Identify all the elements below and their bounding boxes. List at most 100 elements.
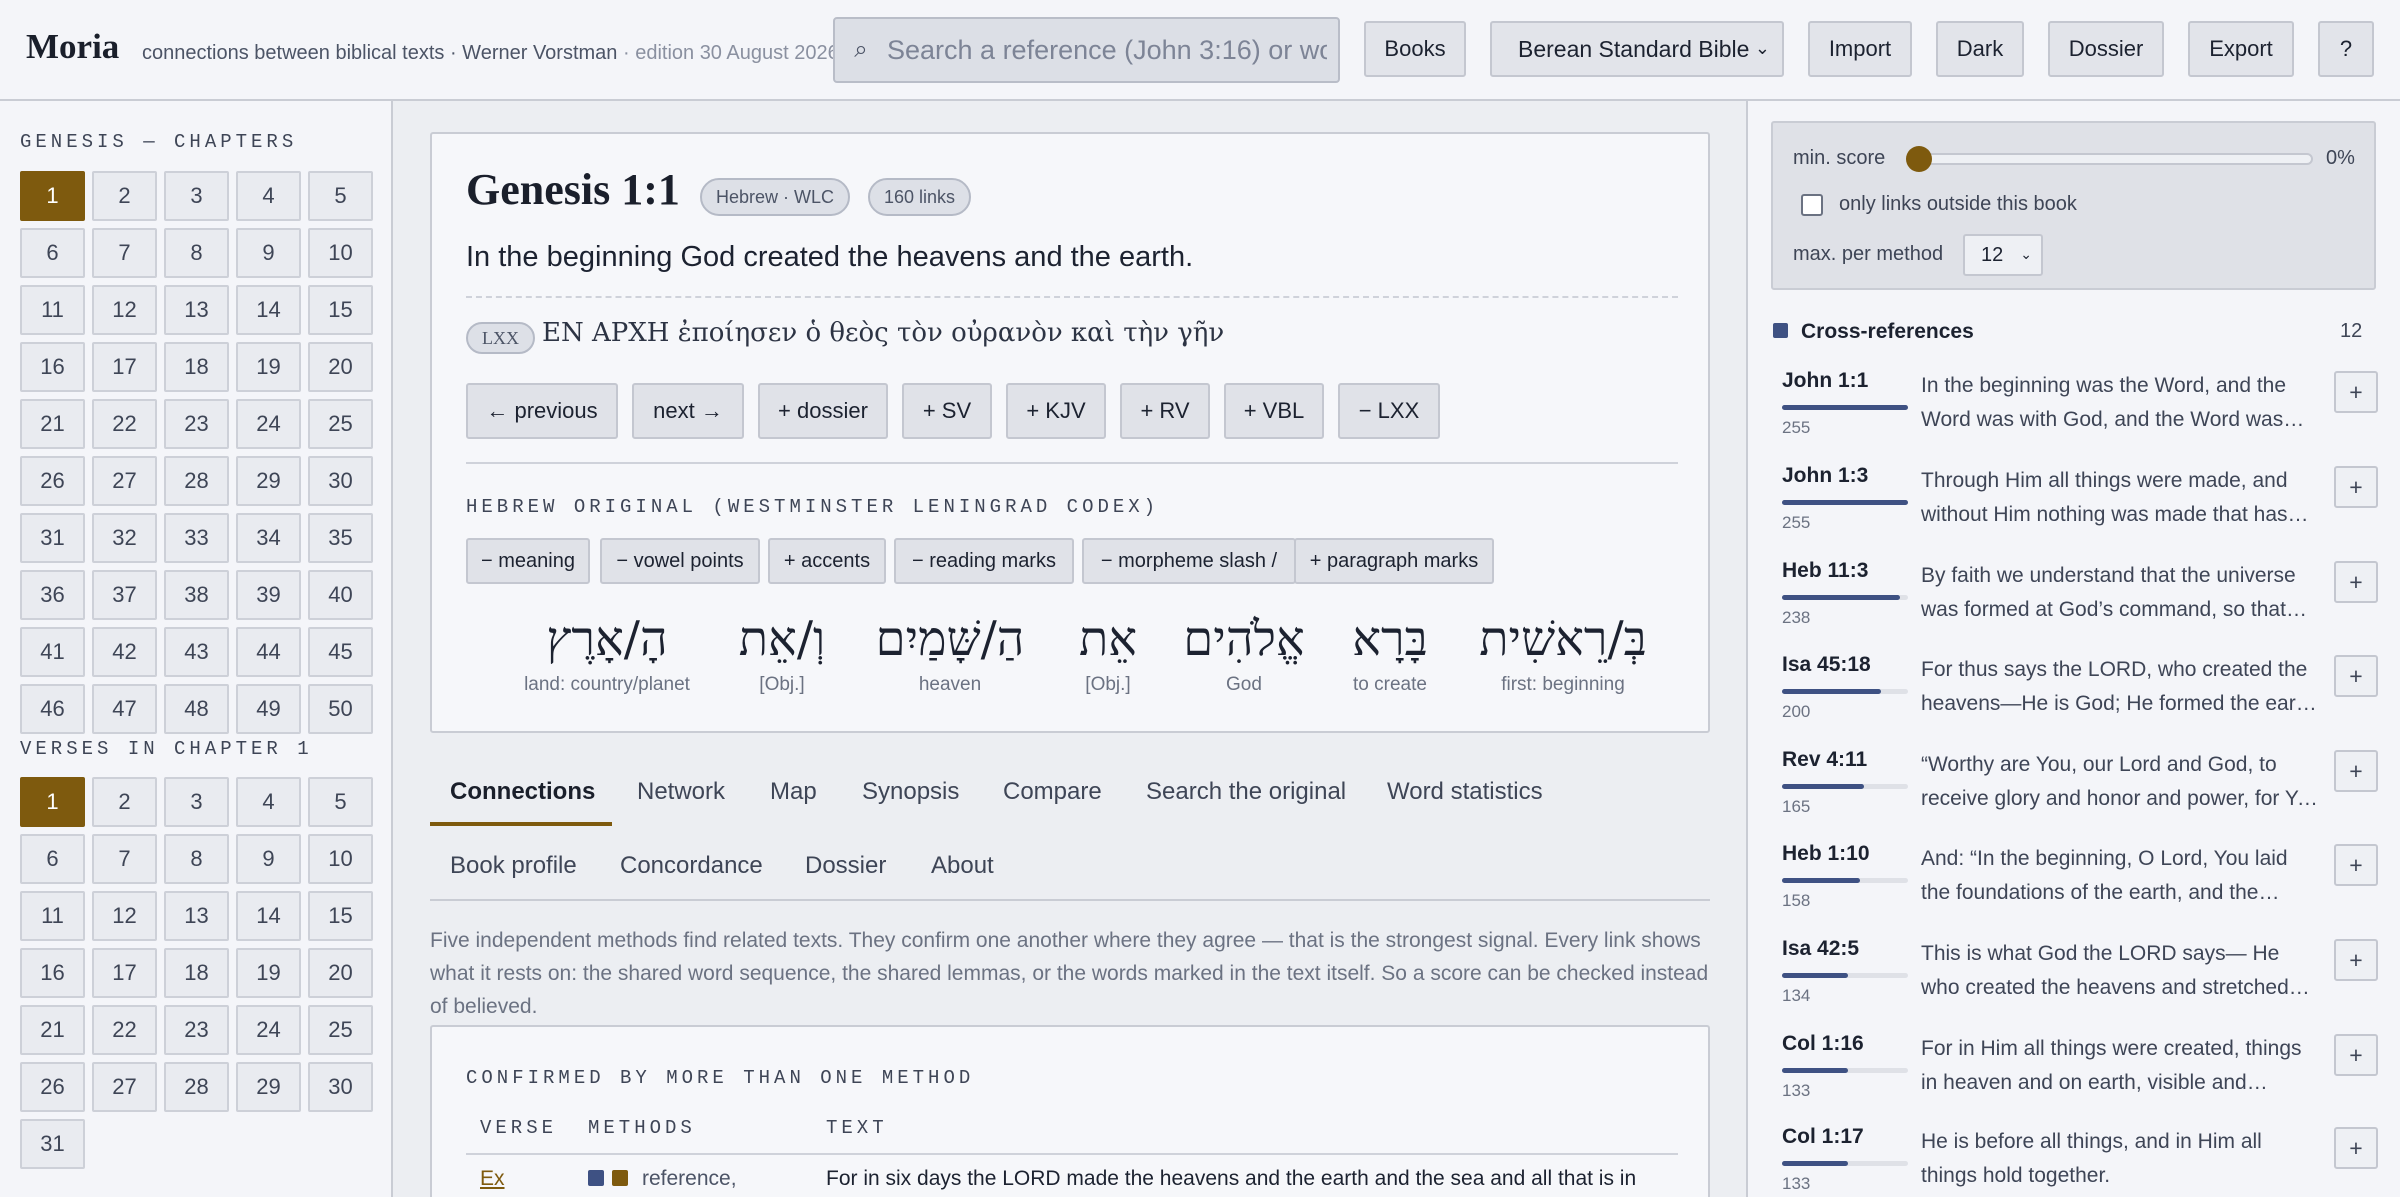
- chapter-4[interactable]: 4: [236, 171, 301, 221]
- verse-28[interactable]: 28: [164, 1062, 229, 1112]
- chapter-31[interactable]: 31: [20, 513, 85, 563]
- tab-concordance[interactable]: Concordance: [620, 852, 763, 880]
- chapter-47[interactable]: 47: [92, 684, 157, 734]
- add-cross-reference-button[interactable]: +: [2334, 750, 2378, 792]
- cross-reference-item[interactable]: Rev 4:11 165 “Worthy are You, our Lord and…: [1782, 748, 2382, 840]
- cross-reference-ref[interactable]: John 1:3: [1782, 464, 1868, 488]
- tab-connections[interactable]: Connections: [450, 778, 595, 806]
- tab-word-statistics[interactable]: Word statistics: [1387, 778, 1543, 806]
- chapter-12[interactable]: 12: [92, 285, 157, 335]
- chapter-46[interactable]: 46: [20, 684, 85, 734]
- verse-3[interactable]: 3: [164, 777, 229, 827]
- add-cross-reference-button[interactable]: +: [2334, 561, 2378, 603]
- hebrew-word[interactable]: וְ/אֵת [Obj.]: [722, 604, 842, 696]
- verse-10[interactable]: 10: [308, 834, 373, 884]
- dossier-button[interactable]: Dossier: [2048, 21, 2164, 77]
- chapter-38[interactable]: 38: [164, 570, 229, 620]
- help-button[interactable]: ?: [2318, 21, 2374, 77]
- toggle-kjv-button[interactable]: + KJV: [1006, 383, 1106, 439]
- verse-4[interactable]: 4: [236, 777, 301, 827]
- chapter-20[interactable]: 20: [308, 342, 373, 392]
- add-cross-reference-button[interactable]: +: [2334, 371, 2378, 413]
- verse-26[interactable]: 26: [20, 1062, 85, 1112]
- chapter-34[interactable]: 34: [236, 513, 301, 563]
- chapter-2[interactable]: 2: [92, 171, 157, 221]
- verse-21[interactable]: 21: [20, 1005, 85, 1055]
- previous-button[interactable]: ← previous: [466, 383, 618, 439]
- cross-reference-ref[interactable]: Col 1:17: [1782, 1125, 1864, 1149]
- search-input[interactable]: [887, 34, 1327, 66]
- cross-reference-item[interactable]: Heb 11:3 238 By faith we understand that t…: [1782, 559, 2382, 651]
- tab-book-profile[interactable]: Book profile: [450, 852, 577, 880]
- cross-reference-ref[interactable]: John 1:1: [1782, 369, 1868, 393]
- verse-30[interactable]: 30: [308, 1062, 373, 1112]
- toggle-vbl-button[interactable]: + VBL: [1224, 383, 1324, 439]
- chapter-30[interactable]: 30: [308, 456, 373, 506]
- tab-search-original[interactable]: Search the original: [1146, 778, 1346, 806]
- verse-19[interactable]: 19: [236, 948, 301, 998]
- chapter-3[interactable]: 3: [164, 171, 229, 221]
- verse-31[interactable]: 31: [20, 1119, 85, 1169]
- verse-9[interactable]: 9: [236, 834, 301, 884]
- chapter-11[interactable]: 11: [20, 285, 85, 335]
- chapter-40[interactable]: 40: [308, 570, 373, 620]
- cross-reference-item[interactable]: Isa 42:5 134 This is what God the LORD say…: [1782, 937, 2382, 1029]
- chapter-6[interactable]: 6: [20, 228, 85, 278]
- verse-27[interactable]: 27: [92, 1062, 157, 1112]
- verse-1[interactable]: 1: [20, 777, 85, 827]
- chapter-18[interactable]: 18: [164, 342, 229, 392]
- cross-reference-ref[interactable]: Col 1:16: [1782, 1032, 1864, 1056]
- add-cross-reference-button[interactable]: +: [2334, 939, 2378, 981]
- tab-dossier[interactable]: Dossier: [805, 852, 886, 880]
- chapter-45[interactable]: 45: [308, 627, 373, 677]
- outside-book-checkbox[interactable]: [1801, 194, 1823, 216]
- chapter-5[interactable]: 5: [308, 171, 373, 221]
- cross-reference-item[interactable]: John 1:3 255 Through Him all things were m…: [1782, 464, 2382, 556]
- chapter-14[interactable]: 14: [236, 285, 301, 335]
- toggle-morpheme-slash[interactable]: − morpheme slash /: [1082, 538, 1296, 584]
- add-cross-reference-button[interactable]: +: [2334, 1127, 2378, 1169]
- toggle-sv-button[interactable]: + SV: [902, 383, 992, 439]
- chapter-41[interactable]: 41: [20, 627, 85, 677]
- chapter-50[interactable]: 50: [308, 684, 373, 734]
- hebrew-word[interactable]: הַ/שָּׁמַיִם heaven: [860, 604, 1040, 696]
- tab-network[interactable]: Network: [637, 778, 725, 806]
- verse-29[interactable]: 29: [236, 1062, 301, 1112]
- chapter-15[interactable]: 15: [308, 285, 373, 335]
- chapter-48[interactable]: 48: [164, 684, 229, 734]
- hebrew-word[interactable]: בְּ/רֵאשִׁית first: beginning: [1468, 604, 1658, 696]
- verse-8[interactable]: 8: [164, 834, 229, 884]
- chapter-33[interactable]: 33: [164, 513, 229, 563]
- verse-23[interactable]: 23: [164, 1005, 229, 1055]
- chapter-10[interactable]: 10: [308, 228, 373, 278]
- cross-reference-item[interactable]: John 1:1 255 In the beginning was the Word…: [1782, 369, 2382, 461]
- verse-18[interactable]: 18: [164, 948, 229, 998]
- toggle-lxx-button[interactable]: − LXX: [1338, 383, 1440, 439]
- toggle-reading-marks[interactable]: − reading marks: [894, 538, 1074, 584]
- export-button[interactable]: Export: [2188, 21, 2294, 77]
- tab-compare[interactable]: Compare: [1003, 778, 1102, 806]
- add-cross-reference-button[interactable]: +: [2334, 844, 2378, 886]
- chapter-25[interactable]: 25: [308, 399, 373, 449]
- add-dossier-button[interactable]: + dossier: [758, 383, 888, 439]
- chapter-23[interactable]: 23: [164, 399, 229, 449]
- chapter-22[interactable]: 22: [92, 399, 157, 449]
- chapter-36[interactable]: 36: [20, 570, 85, 620]
- chapter-26[interactable]: 26: [20, 456, 85, 506]
- verse-25[interactable]: 25: [308, 1005, 373, 1055]
- translation-select[interactable]: Berean Standard Bible ⌄: [1490, 21, 1784, 77]
- verse-5[interactable]: 5: [308, 777, 373, 827]
- verse-17[interactable]: 17: [92, 948, 157, 998]
- next-button[interactable]: next →: [632, 383, 744, 439]
- chapter-19[interactable]: 19: [236, 342, 301, 392]
- dark-mode-button[interactable]: Dark: [1936, 21, 2024, 77]
- verse-24[interactable]: 24: [236, 1005, 301, 1055]
- chapter-13[interactable]: 13: [164, 285, 229, 335]
- toggle-accents[interactable]: + accents: [768, 538, 886, 584]
- verse-14[interactable]: 14: [236, 891, 301, 941]
- chapter-21[interactable]: 21: [20, 399, 85, 449]
- min-score-slider-handle[interactable]: [1906, 146, 1932, 172]
- chapter-28[interactable]: 28: [164, 456, 229, 506]
- chapter-37[interactable]: 37: [92, 570, 157, 620]
- chapter-32[interactable]: 32: [92, 513, 157, 563]
